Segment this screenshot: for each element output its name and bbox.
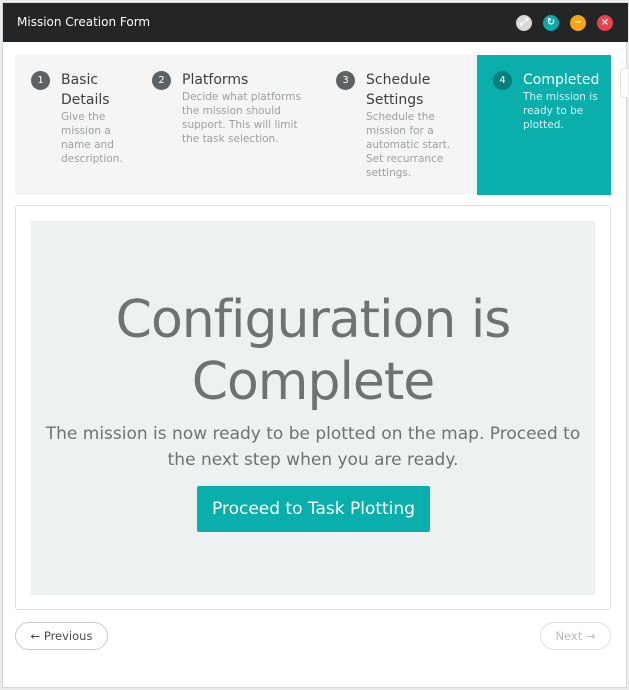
step-description: Give the mission a name and description.: [61, 111, 123, 165]
step-description: The mission is ready to be plotted.: [523, 91, 598, 131]
window-title: Mission Creation Form: [17, 15, 151, 29]
wizard-steps: 1 Basic Details Give the mission a name …: [15, 55, 611, 195]
step-title: Platforms: [182, 72, 249, 88]
step-basic-details[interactable]: 1 Basic Details Give the mission a name …: [15, 55, 136, 195]
step-number: 2: [152, 71, 171, 90]
step-platforms[interactable]: 2 Platforms Decide what platforms the mi…: [136, 55, 320, 195]
refresh-icon[interactable]: ↻: [543, 15, 559, 31]
previous-button[interactable]: ← Previous: [15, 622, 108, 650]
step-number: 1: [31, 71, 50, 90]
next-button[interactable]: Next →: [540, 622, 611, 650]
title-bar: Mission Creation Form ⤢ ↻ − ×: [3, 3, 628, 42]
completion-heading: Configuration is Complete: [115, 290, 512, 412]
expand-icon[interactable]: ⤢: [516, 15, 532, 31]
step-number: 4: [493, 71, 512, 90]
proceed-to-task-plotting-button[interactable]: Proceed to Task Plotting: [197, 486, 430, 532]
step-number: 3: [336, 71, 355, 90]
minimize-icon[interactable]: −: [570, 15, 586, 31]
step-title: Basic Details: [61, 72, 110, 108]
step-description: Decide what platforms the mission should…: [182, 91, 301, 145]
completion-hero: Configuration is Complete The mission is…: [31, 221, 595, 595]
content-panel: Configuration is Complete The mission is…: [15, 205, 611, 610]
step-completed[interactable]: 4 Completed The mission is ready to be p…: [477, 55, 611, 195]
step-title: Schedule Settings: [366, 72, 431, 108]
close-icon[interactable]: ×: [597, 15, 613, 31]
side-panel-tab[interactable]: [620, 68, 628, 98]
step-title: Completed: [523, 72, 600, 88]
completion-message: The mission is now ready to be plotted o…: [45, 424, 581, 470]
step-schedule-settings[interactable]: 3 Schedule Settings Schedule the mission…: [320, 55, 477, 195]
step-description: Schedule the mission for a automatic sta…: [366, 111, 451, 179]
